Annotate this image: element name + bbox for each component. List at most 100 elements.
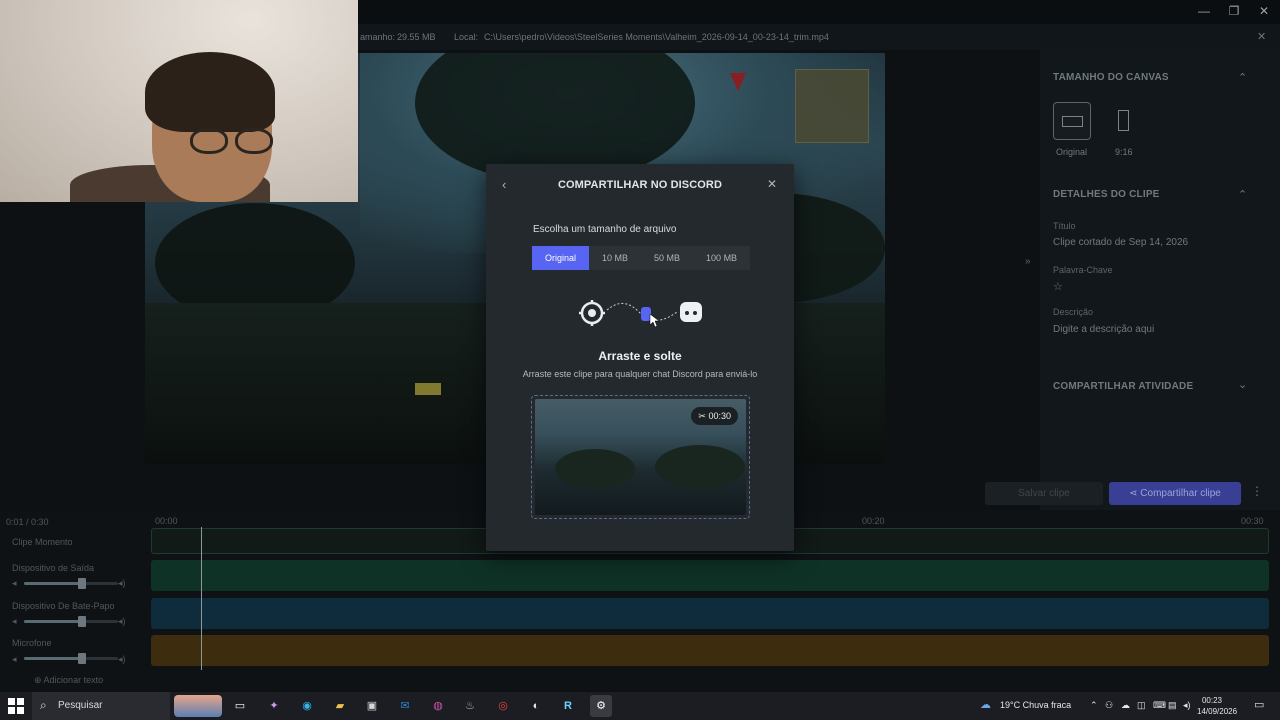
timeline-tick: 00:30 bbox=[1241, 516, 1264, 526]
portrait-icon bbox=[1118, 110, 1129, 131]
size-value: 29.55 MB bbox=[397, 32, 436, 42]
add-text-button[interactable]: ⊕ Adicionar texto bbox=[34, 675, 103, 686]
messenger-icon[interactable]: ◍ bbox=[427, 695, 449, 717]
windows-start-icon[interactable] bbox=[8, 698, 24, 714]
steam-icon[interactable]: ♨ bbox=[459, 695, 481, 717]
volume-slider-chat[interactable] bbox=[24, 616, 118, 627]
track-output-device[interactable] bbox=[151, 560, 1269, 591]
volume-slider-fill bbox=[24, 582, 83, 585]
volume-slider-knob[interactable] bbox=[78, 578, 87, 589]
canvas-size-title: TAMANHO DO CANVAS bbox=[1053, 72, 1169, 83]
weather-text[interactable]: 19°C Chuva fraca bbox=[1000, 700, 1071, 710]
share-discord-dialog: ‹ COMPARTILHAR NO DISCORD ✕ Escolha um t… bbox=[486, 164, 794, 551]
share-clip-label: Compartilhar clipe bbox=[1140, 488, 1221, 499]
tray-icon[interactable]: ◫ bbox=[1137, 700, 1146, 711]
speaker-icon[interactable]: ◂) bbox=[118, 654, 126, 665]
volume-slider-mic[interactable] bbox=[24, 653, 118, 664]
chevron-up-icon[interactable]: ⌃ bbox=[1238, 188, 1247, 201]
save-clip-button[interactable]: Salvar clipe bbox=[985, 482, 1103, 505]
tray-icon[interactable]: ☁ bbox=[1121, 700, 1130, 711]
tray-icon[interactable]: ⌨ bbox=[1153, 700, 1166, 711]
share-icon: ⋖ bbox=[1129, 488, 1141, 499]
star-icon[interactable]: ☆ bbox=[1053, 280, 1063, 293]
cursor-icon bbox=[649, 313, 660, 328]
drag-drop-subtitle: Arraste este clipe para qualquer chat Di… bbox=[522, 369, 758, 379]
size-option-original[interactable]: Original bbox=[532, 246, 590, 270]
drag-illustration bbox=[579, 300, 702, 328]
network-icon[interactable]: ▤ bbox=[1168, 700, 1177, 711]
draggable-clip[interactable]: ✂ 00:30 bbox=[531, 395, 750, 519]
tray-chevron-icon[interactable]: ⌃ bbox=[1090, 700, 1098, 711]
speaker-icon[interactable]: ◂) bbox=[118, 578, 126, 589]
volume-slider-fill bbox=[24, 657, 83, 660]
drag-drop-title: Arraste e solte bbox=[598, 349, 682, 363]
search-highlight-image[interactable] bbox=[174, 695, 222, 717]
close-icon[interactable]: ✕ bbox=[767, 177, 777, 191]
volume-slider-knob[interactable] bbox=[78, 616, 87, 627]
minimize-button[interactable]: — bbox=[1188, 0, 1220, 22]
size-option-100mb[interactable]: 100 MB bbox=[693, 246, 751, 270]
clip-details-title: DETALHES DO CLIPE bbox=[1053, 189, 1160, 200]
outlook-icon[interactable]: ✉ bbox=[394, 695, 416, 717]
size-option-10mb[interactable]: 10 MB bbox=[589, 246, 642, 270]
maximize-button[interactable]: ❐ bbox=[1218, 0, 1250, 22]
copilot-icon[interactable]: ✦ bbox=[263, 695, 285, 717]
clip-duration-badge: ✂ 00:30 bbox=[691, 407, 738, 425]
timeline-tick: 00:00 bbox=[155, 516, 178, 526]
track-chat-device[interactable] bbox=[151, 598, 1269, 629]
timeline-tick: 00:20 bbox=[862, 516, 885, 526]
track-microphone[interactable] bbox=[151, 635, 1269, 666]
volume-icon[interactable]: ◂) bbox=[1183, 700, 1191, 711]
edge-icon[interactable]: ◉ bbox=[296, 695, 318, 717]
canvas-original-label: Original bbox=[1056, 147, 1088, 157]
r-app-icon[interactable]: R bbox=[557, 695, 579, 717]
game-minimap bbox=[795, 69, 869, 143]
description-field-label: Descrição bbox=[1053, 307, 1094, 317]
timeline-playhead[interactable] bbox=[201, 527, 202, 670]
volume-slider-output[interactable] bbox=[24, 578, 118, 589]
title-field-label: Título bbox=[1053, 221, 1076, 231]
taskbar: ⌕ Pesquisar ▭ ✦ ◉ ▰ ▣ ✉ ◍ ♨ ◎ ◐ R ⚙ ☁ 19… bbox=[0, 692, 1280, 720]
description-field[interactable]: Digite a descrição aqui bbox=[1053, 324, 1154, 335]
more-options-icon[interactable]: ⋮ bbox=[1250, 484, 1264, 504]
volume-slider-knob[interactable] bbox=[78, 653, 87, 664]
canvas-original-option[interactable] bbox=[1053, 102, 1091, 140]
taskbar-clock[interactable]: 00:23 14/09/2026 bbox=[1197, 695, 1238, 717]
speaker-icon[interactable]: ◂) bbox=[118, 616, 126, 627]
title-field[interactable]: Clipe cortado de Sep 14, 2026 bbox=[1053, 237, 1188, 248]
tray-icon[interactable]: ⚇ bbox=[1105, 700, 1113, 711]
track-label-output: Dispositivo de Saída bbox=[12, 563, 95, 573]
chrome-icon[interactable]: ◎ bbox=[492, 695, 514, 717]
webcam-overlay bbox=[0, 0, 358, 202]
clock-date: 14/09/2026 bbox=[1197, 707, 1238, 716]
current-time: 0:01 / 0:30 bbox=[6, 517, 49, 527]
location-path[interactable]: C:\Users\pedro\Videos\SteelSeries Moment… bbox=[484, 32, 829, 42]
weather-icon[interactable]: ☁ bbox=[980, 698, 991, 711]
close-window-button[interactable]: ✕ bbox=[1248, 0, 1280, 22]
share-activity-title: COMPARTILHAR ATIVIDADE bbox=[1053, 381, 1194, 392]
volume-icon[interactable]: ◂ bbox=[12, 578, 17, 589]
app-window: — ❐ ✕ amanho: 29.55 MB Local: C:\Users\p… bbox=[0, 0, 1280, 720]
canvas-916-option[interactable] bbox=[1105, 102, 1143, 140]
volume-icon[interactable]: ◂ bbox=[12, 654, 17, 665]
collapse-panel-icon[interactable]: » bbox=[1025, 256, 1031, 267]
volume-icon[interactable]: ◂ bbox=[12, 616, 17, 627]
task-view-icon[interactable]: ▭ bbox=[229, 695, 251, 717]
taskbar-search[interactable]: ⌕ Pesquisar bbox=[32, 692, 222, 720]
location-label: Local: bbox=[454, 32, 479, 42]
close-editor-icon[interactable]: ✕ bbox=[1257, 30, 1266, 43]
thumb-tree bbox=[655, 445, 745, 489]
chevron-up-icon[interactable]: ⌃ bbox=[1238, 71, 1247, 84]
canvas-916-label: 9:16 bbox=[1115, 147, 1133, 157]
notifications-icon[interactable]: ▭ bbox=[1254, 698, 1264, 711]
clip-thumbnail[interactable]: ✂ 00:30 bbox=[535, 399, 746, 515]
store-icon[interactable]: ▣ bbox=[361, 695, 383, 717]
chevron-down-icon[interactable]: ⌄ bbox=[1238, 378, 1247, 391]
add-text-label: Adicionar texto bbox=[43, 675, 104, 685]
size-option-50mb[interactable]: 50 MB bbox=[641, 246, 694, 270]
share-clip-button[interactable]: ⋖ Compartilhar clipe bbox=[1109, 482, 1241, 505]
clip-tool-icon[interactable]: ◐ bbox=[525, 695, 547, 717]
webcam-person bbox=[145, 52, 275, 132]
file-explorer-icon[interactable]: ▰ bbox=[329, 695, 351, 717]
steelseries-gg-icon[interactable]: ⚙ bbox=[590, 695, 612, 717]
